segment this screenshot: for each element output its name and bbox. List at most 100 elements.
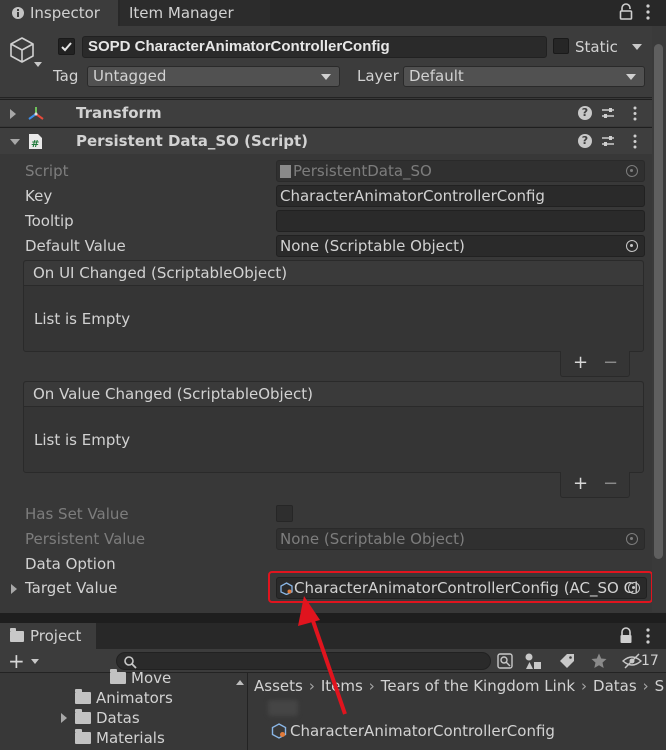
tree-item-datas[interactable]: Datas: [75, 708, 140, 728]
preset-sliders-icon[interactable]: [601, 134, 615, 152]
fold-right-icon[interactable]: [10, 109, 16, 119]
chevron-down-icon: [626, 74, 636, 80]
on-ui-changed-title: On UI Changed (ScriptableObject): [24, 261, 643, 286]
script-field[interactable]: PersistentData_SO: [276, 160, 645, 182]
static-checkbox[interactable]: [553, 38, 569, 54]
breadcrumb-s[interactable]: S: [655, 677, 665, 695]
kebab-menu-icon[interactable]: [640, 3, 656, 21]
remove-listener-button[interactable]: −: [603, 474, 618, 494]
tab-item-manager[interactable]: Item Manager: [120, 0, 270, 26]
breadcrumb-separator-icon: ›: [642, 677, 649, 695]
favorite-star-icon[interactable]: [590, 652, 608, 674]
has-set-value-checkbox: [276, 505, 293, 522]
fold-right-icon[interactable]: [61, 713, 67, 723]
animator-controller-icon: [271, 723, 287, 739]
static-label: Static: [575, 38, 618, 56]
script-value: PersistentData_SO: [293, 162, 432, 180]
tree-item-label: Materials: [96, 729, 165, 747]
transform-icon: [26, 104, 46, 128]
layer-value: Default: [409, 67, 464, 85]
chevron-down-icon: [321, 74, 331, 80]
tooltip-label: Tooltip: [25, 212, 74, 230]
on-value-changed-footer: + −: [560, 472, 630, 498]
fold-down-icon[interactable]: [10, 139, 20, 145]
hidden-packages-count: 17: [641, 653, 659, 669]
chevron-down-icon[interactable]: [31, 659, 39, 664]
transform-title: Transform: [76, 104, 162, 122]
tab-project[interactable]: Project: [0, 623, 96, 649]
folder-icon: [75, 709, 91, 724]
active-checkbox[interactable]: [58, 38, 75, 55]
filter-by-type-icon[interactable]: [524, 652, 542, 674]
create-button[interactable]: +: [8, 650, 25, 672]
data-option-label: Data Option: [25, 555, 116, 573]
tree-item-label: Animators: [96, 689, 173, 707]
object-picker-icon: [626, 533, 638, 545]
tab-inspector-label: Inspector: [30, 4, 100, 22]
scroll-up-arrow-icon[interactable]: [236, 680, 244, 685]
tooltip-field[interactable]: [276, 210, 645, 232]
hidden-packages-eye-icon[interactable]: [621, 652, 643, 674]
lock-icon[interactable]: [618, 627, 634, 649]
scrollbar-thumb[interactable]: [654, 44, 663, 559]
preset-sliders-icon[interactable]: [601, 106, 615, 124]
tree-item-materials[interactable]: Materials: [75, 728, 165, 748]
static-dropdown-arrow-icon[interactable]: [632, 44, 642, 50]
add-listener-button[interactable]: +: [573, 353, 588, 373]
key-field[interactable]: CharacterAnimatorControllerConfig: [276, 185, 645, 207]
csharp-script-icon: #: [28, 133, 43, 154]
breadcrumb-separator-icon: ›: [581, 677, 588, 695]
object-picker-icon[interactable]: [626, 165, 638, 177]
kebab-menu-icon[interactable]: [632, 106, 638, 125]
breadcrumb-datas[interactable]: Datas: [593, 677, 637, 695]
list-empty-label: List is Empty: [34, 310, 131, 328]
script-title: Persistent Data_SO (Script): [76, 132, 308, 150]
filter-by-label-icon[interactable]: [558, 652, 576, 674]
add-listener-button[interactable]: +: [573, 474, 588, 494]
tab-inspector[interactable]: Inspector: [0, 0, 118, 26]
tag-value: Untagged: [93, 67, 167, 85]
help-icon[interactable]: ?: [578, 106, 592, 120]
folder-icon: [110, 669, 126, 684]
key-label: Key: [25, 187, 53, 205]
on-ui-changed-footer: + −: [560, 351, 630, 377]
default-value-field[interactable]: None (Scriptable Object): [276, 235, 645, 257]
search-by-type-icon[interactable]: [496, 652, 514, 674]
remove-listener-button[interactable]: −: [603, 353, 618, 373]
tag-label: Tag: [53, 67, 79, 85]
script-component-header[interactable]: # Persistent Data_SO (Script) ?: [0, 127, 652, 154]
tree-item-label: Move: [131, 669, 172, 687]
persistent-value: None (Scriptable Object): [280, 530, 465, 548]
transform-component-header[interactable]: Transform ?: [0, 99, 652, 126]
list-empty-label: List is Empty: [34, 431, 131, 449]
default-value: None (Scriptable Object): [280, 237, 465, 255]
kebab-menu-icon[interactable]: [640, 627, 656, 649]
object-picker-icon[interactable]: [626, 240, 638, 252]
tree-item-move[interactable]: Move: [110, 668, 171, 688]
object-name-field[interactable]: SOPD CharacterAnimatorControllerConfig: [82, 36, 547, 58]
folder-icon: [75, 689, 91, 704]
on-value-changed-title: On Value Changed (ScriptableObject): [24, 382, 643, 407]
breadcrumb-totk-link[interactable]: Tears of the Kingdom Link: [381, 677, 575, 695]
script-file-icon: [280, 165, 291, 178]
cube-icon[interactable]: [8, 36, 36, 68]
fold-right-icon[interactable]: [11, 584, 17, 594]
persistent-value-field: None (Scriptable Object): [276, 528, 645, 550]
tag-dropdown[interactable]: Untagged: [87, 66, 340, 87]
default-value-label: Default Value: [25, 237, 126, 255]
help-icon[interactable]: ?: [578, 134, 592, 148]
script-label: Script: [25, 162, 69, 180]
tree-item-label: Datas: [96, 709, 140, 727]
search-icon: [124, 656, 137, 669]
persistent-value-label: Persistent Value: [25, 530, 146, 548]
tab-item-manager-label: Item Manager: [129, 4, 234, 22]
tree-item-animators[interactable]: Animators: [75, 688, 173, 708]
chevron-down-icon[interactable]: [34, 62, 42, 67]
layer-dropdown[interactable]: Default: [403, 66, 645, 87]
tree-splitter[interactable]: [247, 673, 248, 750]
layer-label: Layer: [357, 67, 399, 85]
breadcrumb-separator-icon: ›: [368, 677, 375, 695]
folder-icon: [10, 628, 24, 642]
kebab-menu-icon[interactable]: [632, 134, 638, 153]
lock-icon[interactable]: [618, 3, 634, 21]
